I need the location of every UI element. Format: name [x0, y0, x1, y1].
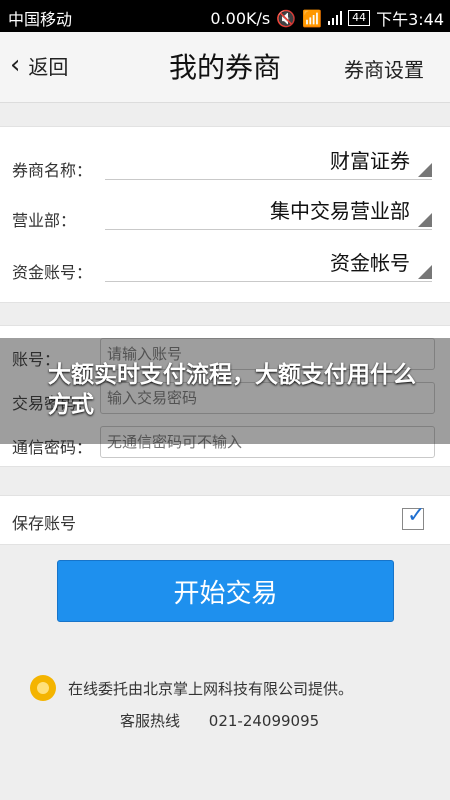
nav-bar: ‹ 返回 我的券商 券商设置 [0, 32, 450, 103]
broker-name-row[interactable]: 券商名称： 财富证券 [0, 137, 450, 185]
save-account-label: 保存账号 [12, 514, 77, 533]
carrier-label: 中国移动 [8, 10, 73, 29]
broker-name-value: 财富证券 [330, 149, 410, 173]
clock: 下午3:44 [376, 10, 444, 29]
hotline-label: 客服热线 [120, 712, 181, 730]
provider-text: 在线委托由北京掌上网科技有限公司提供。 [68, 679, 354, 698]
underline [105, 229, 432, 230]
branch-label: 营业部： [12, 211, 77, 230]
branch-value: 集中交易营业部 [270, 199, 410, 223]
wifi-icon: 📶 [302, 8, 323, 28]
hotline-info: 客服热线 021-24099095 [120, 710, 343, 731]
broker-settings-button[interactable]: 券商设置 [344, 54, 424, 83]
dropdown-triangle-icon [418, 213, 432, 227]
start-trading-button[interactable]: 开始交易 [57, 560, 394, 622]
underline [105, 179, 432, 180]
save-account-row: 保存账号 ✓ [0, 495, 450, 545]
underline [105, 281, 432, 282]
checkmark-icon: ✓ [407, 503, 426, 528]
dropdown-triangle-icon [418, 265, 432, 279]
save-account-checkbox[interactable]: ✓ [402, 503, 426, 530]
broker-card: 券商名称： 财富证券 营业部： 集中交易营业部 资金账号： 资金帐号 [0, 126, 450, 303]
battery-icon: 44 [348, 10, 371, 26]
mute-icon: 🔇 [276, 8, 297, 28]
branch-row[interactable]: 营业部： 集中交易营业部 [0, 187, 450, 235]
hotline-number: 021-24099095 [208, 712, 320, 730]
network-speed: 0.00K/s [210, 8, 271, 28]
status-bar: 中国移动 0.00K/s 🔇 📶 44 下午3:44 [0, 0, 450, 32]
provider-logo-icon [30, 675, 56, 701]
fund-account-label: 资金账号： [12, 263, 93, 282]
fund-account-value: 资金帐号 [330, 251, 410, 275]
provider-info: 在线委托由北京掌上网科技有限公司提供。 [30, 675, 353, 701]
signal-icon [328, 11, 343, 25]
dropdown-triangle-icon [418, 163, 432, 177]
overlay-title: 大额实时支付流程，大额支付用什么方式 [48, 362, 416, 418]
fund-account-type-row[interactable]: 资金账号： 资金帐号 [0, 239, 450, 287]
broker-name-label: 券商名称： [12, 161, 93, 180]
status-right: 0.00K/s 🔇 📶 44 下午3:44 [210, 6, 444, 30]
